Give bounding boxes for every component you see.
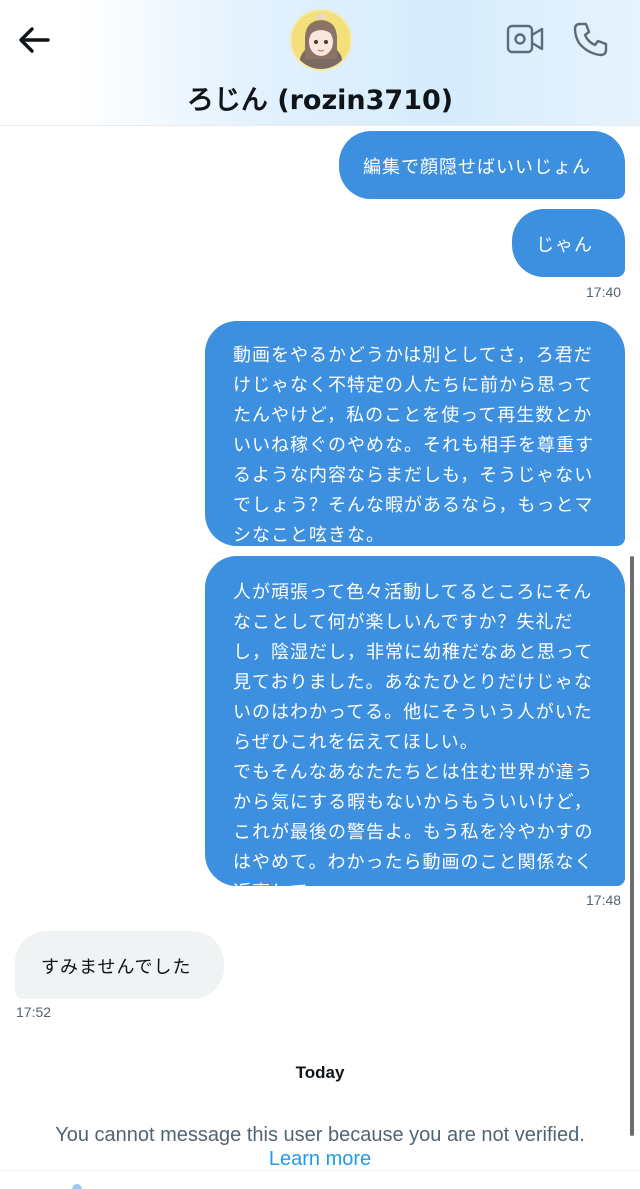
message-bubble-outgoing[interactable]: じゃん xyxy=(512,209,625,277)
arrow-left-icon xyxy=(19,27,50,53)
learn-more-link[interactable]: Learn more xyxy=(269,1148,371,1170)
back-button[interactable] xyxy=(14,22,54,58)
message-timestamp: 17:40 xyxy=(586,284,622,300)
video-camera-icon xyxy=(506,24,544,54)
contact-name: ろじん (rozin3710) xyxy=(186,85,454,116)
message-bubble-outgoing[interactable]: 人が頑張って色々活動してるところにそん なことして何が楽しいんですか？失礼だ し… xyxy=(205,556,625,903)
scrollbar[interactable] xyxy=(630,556,634,1136)
message-text: 人が頑張って色々活動してるところにそん なことして何が楽しいんですか？失礼だ し… xyxy=(233,582,594,903)
composer-indicator xyxy=(72,1184,82,1189)
message-bubble-incoming[interactable]: すみませんでした xyxy=(15,931,224,999)
phone-icon xyxy=(573,22,608,57)
avatar[interactable] xyxy=(290,9,352,71)
message-timestamp: 17:48 xyxy=(586,892,622,908)
conversation-header: ろじん (rozin3710) xyxy=(0,0,640,126)
message-bubble-outgoing[interactable]: 編集で顔隠せばいいじょん xyxy=(339,131,625,199)
message-text: 動画をやるかどうかは別としてさ，ろ君だ けじゃなく不特定の人たちに前から思って … xyxy=(233,345,594,546)
video-call-button[interactable] xyxy=(505,22,545,56)
voice-call-button[interactable] xyxy=(572,20,610,58)
verification-notice: You cannot message this user because you… xyxy=(55,1124,585,1146)
avatar-image xyxy=(292,11,350,69)
message-timestamp: 17:52 xyxy=(16,1004,52,1020)
message-text: 編集で顔隠せばいいじょん xyxy=(363,157,591,178)
date-divider: Today xyxy=(295,1063,345,1082)
composer-divider xyxy=(0,1170,640,1171)
message-bubble-outgoing[interactable]: 動画をやるかどうかは別としてさ，ろ君だ けじゃなく不特定の人たちに前から思って … xyxy=(205,321,625,546)
learn-more-row: Learn more xyxy=(0,1148,640,1171)
message-text: じゃん xyxy=(536,235,593,256)
message-text: すみませんでした xyxy=(41,957,192,978)
